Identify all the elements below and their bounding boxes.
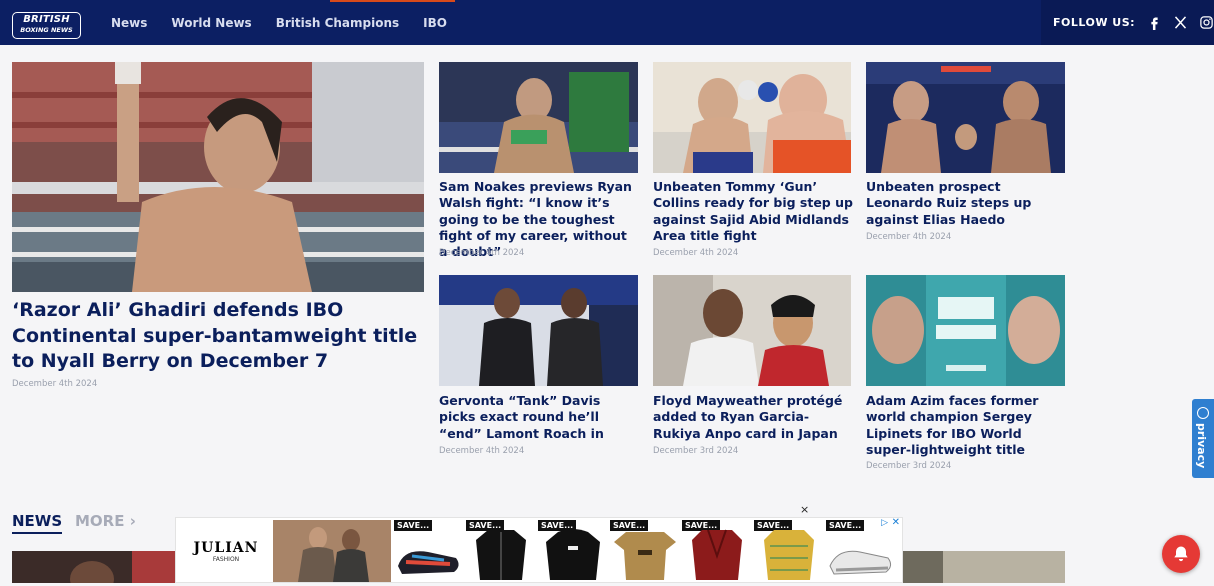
follow-us-bar: FOLLOW US: bbox=[1041, 0, 1214, 45]
privacy-tab[interactable]: privacy bbox=[1192, 399, 1214, 478]
follow-us-label: FOLLOW US: bbox=[1053, 16, 1136, 29]
ad-product-hoodie[interactable]: SAVE... bbox=[538, 520, 608, 582]
article-title[interactable]: Floyd Mayweather protégé added to Ryan G… bbox=[653, 393, 853, 442]
article-date: December 4th 2024 bbox=[866, 232, 952, 242]
main-nav: News World News British Champions IBO bbox=[111, 0, 447, 45]
ad-product-tshirt[interactable]: SAVE... bbox=[610, 520, 680, 582]
article-image[interactable] bbox=[866, 275, 1065, 386]
featured-article-title[interactable]: ‘Razor Ali’ Ghadiri defends IBO Continen… bbox=[12, 298, 422, 375]
instagram-icon[interactable] bbox=[1198, 15, 1214, 31]
ad-product-blazer[interactable]: SAVE... bbox=[682, 520, 752, 582]
notification-bell-button[interactable] bbox=[1162, 535, 1200, 573]
x-icon[interactable] bbox=[1173, 15, 1189, 31]
ad-product-shirt[interactable]: SAVE... bbox=[754, 520, 824, 582]
top-navigation-bar: BRITISH BOXING NEWS News World News Brit… bbox=[0, 0, 1214, 45]
news-thumbnail-image[interactable] bbox=[903, 551, 1065, 583]
section-tab-more[interactable]: MORE › bbox=[75, 512, 136, 530]
ad-banner[interactable]: JULIAN FASHION SAVE... SAVE... SAVE... S… bbox=[175, 517, 903, 583]
article-date: December 3rd 2024 bbox=[653, 446, 739, 456]
article-image[interactable] bbox=[439, 275, 638, 386]
ad-brand-name: JULIAN bbox=[193, 540, 259, 556]
article-image[interactable] bbox=[866, 62, 1065, 173]
featured-article-image[interactable] bbox=[12, 62, 424, 292]
article-title[interactable]: Adam Azim faces former world champion Se… bbox=[866, 393, 1066, 458]
logo-text-line2: BOXING NEWS bbox=[20, 26, 73, 34]
ad-dismiss-icon[interactable]: ✕ bbox=[892, 517, 900, 528]
news-thumbnail-image[interactable] bbox=[12, 551, 176, 583]
article-title[interactable]: Unbeaten Tommy ‘Gun’ Collins ready for b… bbox=[653, 179, 853, 244]
article-title[interactable]: Unbeaten prospect Leonardo Ruiz steps up… bbox=[866, 179, 1066, 228]
featured-article-date: December 4th 2024 bbox=[12, 379, 98, 389]
article-title[interactable]: Gervonta “Tank” Davis picks exact round … bbox=[439, 393, 639, 442]
article-date: December 4th 2024 bbox=[439, 248, 525, 258]
bell-icon bbox=[1174, 546, 1188, 562]
ad-product-trainers[interactable]: SAVE... bbox=[826, 520, 896, 582]
ad-brand-logo[interactable]: JULIAN FASHION bbox=[186, 540, 266, 563]
nav-world-news[interactable]: World News bbox=[171, 16, 251, 30]
article-date: December 4th 2024 bbox=[653, 248, 739, 258]
site-logo[interactable]: BRITISH BOXING NEWS bbox=[12, 12, 81, 39]
article-image[interactable] bbox=[439, 62, 638, 173]
privacy-label: privacy bbox=[1195, 423, 1208, 469]
ad-choices-icon[interactable]: ▷ bbox=[881, 518, 888, 528]
ad-brand-sub: FASHION bbox=[212, 556, 240, 563]
ad-product-sneakers[interactable]: SAVE... bbox=[394, 520, 464, 582]
nav-ibo[interactable]: IBO bbox=[423, 16, 447, 30]
article-image[interactable] bbox=[653, 275, 851, 386]
article-date: December 4th 2024 bbox=[439, 446, 525, 456]
ad-close-button[interactable]: × bbox=[800, 503, 809, 516]
privacy-icon bbox=[1197, 407, 1209, 419]
article-date: December 3rd 2024 bbox=[866, 461, 952, 471]
article-image[interactable] bbox=[653, 62, 851, 173]
ad-model-photo[interactable] bbox=[273, 520, 391, 582]
facebook-icon[interactable] bbox=[1147, 15, 1163, 31]
logo-text-line1: BRITISH bbox=[23, 14, 70, 25]
ad-product-jacket[interactable]: SAVE... bbox=[466, 520, 536, 582]
section-tab-news[interactable]: NEWS bbox=[12, 512, 63, 534]
nav-news[interactable]: News bbox=[111, 16, 147, 30]
nav-british-champions[interactable]: British Champions bbox=[276, 16, 399, 30]
